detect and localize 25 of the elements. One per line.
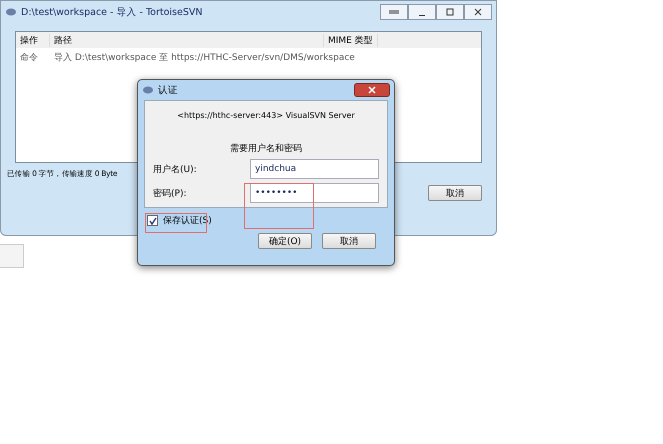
column-header[interactable]: 操作 <box>16 34 50 46</box>
prompt-text: 需要用户名和密码 <box>229 142 303 155</box>
cancel-button[interactable]: 取消 <box>428 185 482 201</box>
close-button[interactable] <box>354 83 390 97</box>
close-button[interactable] <box>464 4 492 20</box>
username-field[interactable]: yindchua <box>250 159 379 179</box>
maximize-icon <box>446 8 454 16</box>
table-cell-text: 命令 <box>19 52 39 64</box>
password-field[interactable]: •••••••• <box>250 183 379 203</box>
table-cell-text: 导入 D:\test\workspace 至 https://HTHC-Server/svn/DMS/workspace <box>53 52 356 64</box>
highlight-frame <box>244 183 314 229</box>
close-icon <box>474 8 482 16</box>
dialog-title: 认证 <box>158 84 179 96</box>
cancel-button[interactable]: 取消 <box>322 233 376 249</box>
column-header[interactable]: MIME 类型 <box>324 34 378 46</box>
close-icon <box>368 86 376 94</box>
field-label: 用户名(U): <box>153 164 198 176</box>
checkbox[interactable] <box>147 215 158 226</box>
maximize-button[interactable] <box>436 4 464 20</box>
column-header[interactable]: 路径 <box>50 34 324 46</box>
realm-text: <https://hthc-server:443> VisualSVN Server <box>176 111 356 120</box>
minimize-icon <box>419 14 425 16</box>
ok-button[interactable]: 确定(O) <box>258 233 312 249</box>
field-label: 密码(P): <box>153 188 188 200</box>
window-title: D:\test\workspace - 导入 - TortoiseSVN <box>21 6 204 18</box>
